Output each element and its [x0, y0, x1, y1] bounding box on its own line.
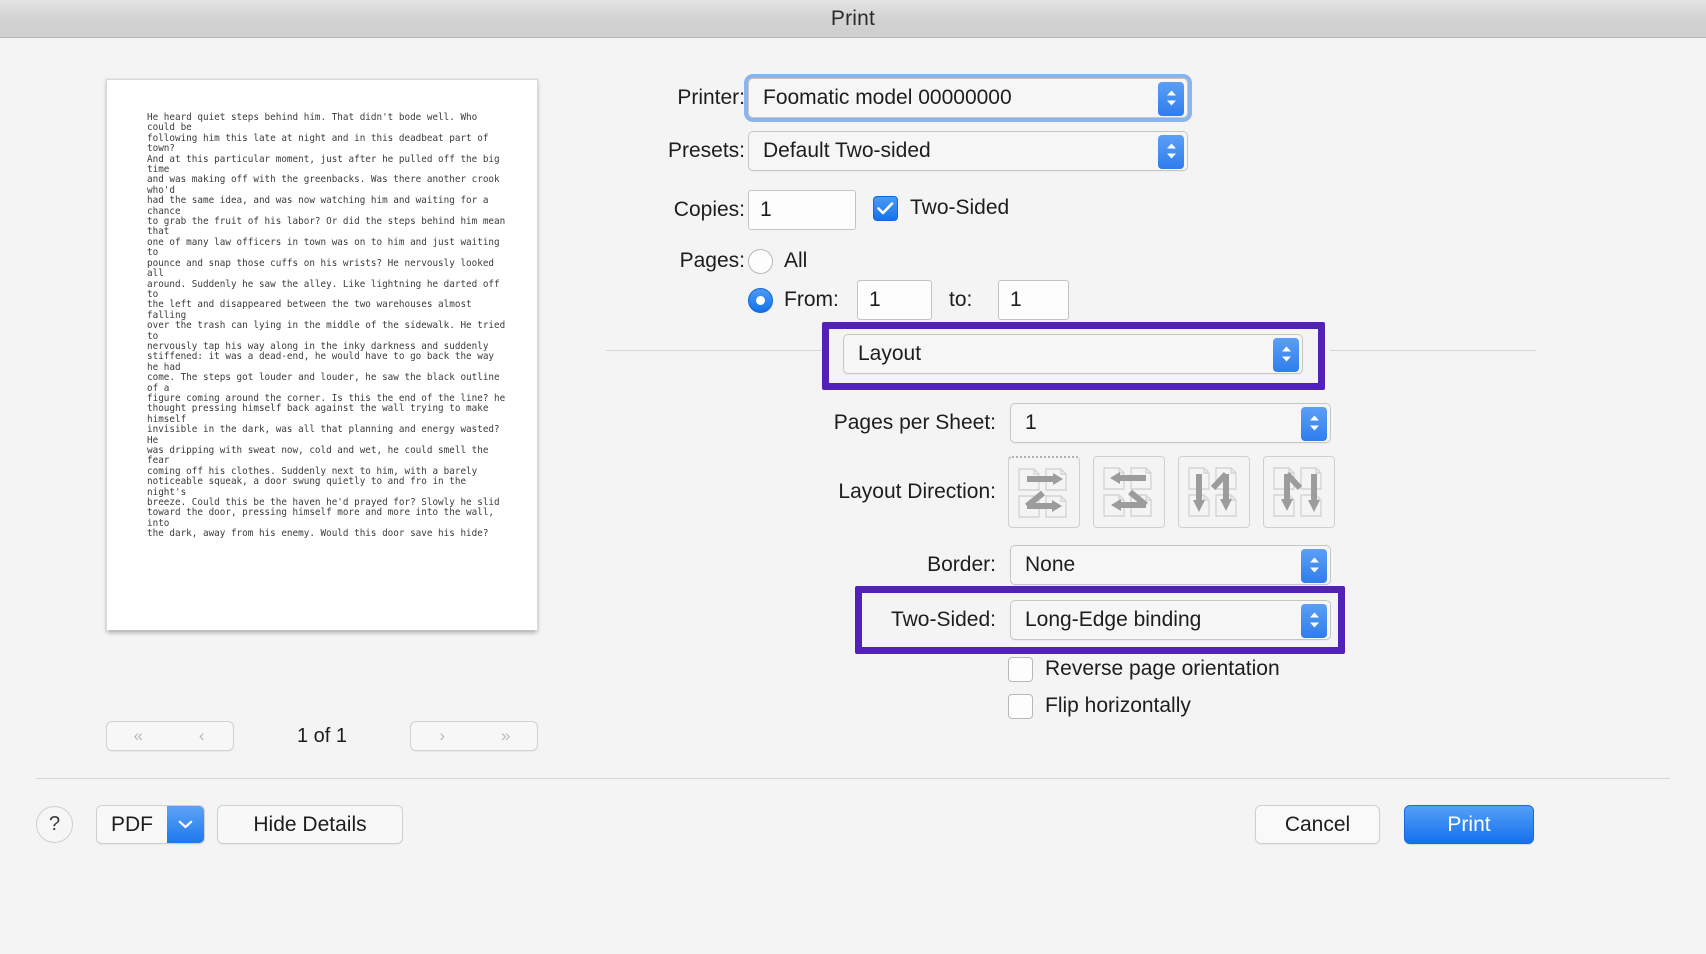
- layout-direction-option-across-left-then-down[interactable]: [1093, 456, 1165, 528]
- pdf-button-label: PDF: [111, 812, 153, 836]
- n-down-left-icon: [1273, 467, 1322, 517]
- presets-select[interactable]: Default Two-sided: [748, 131, 1188, 171]
- two-sided-select[interactable]: Long-Edge binding: [1010, 600, 1331, 640]
- previous-page-button[interactable]: ‹: [170, 722, 234, 750]
- presets-label-wrap: Presets:: [635, 131, 745, 171]
- copies-input[interactable]: 1: [748, 190, 856, 230]
- pages-all-label: All: [784, 249, 808, 272]
- flip-horizontally-label: Flip horizontally: [1045, 694, 1191, 717]
- pages-to-label: to:: [949, 288, 973, 311]
- layout-direction-option-across-right-then-down[interactable]: [1008, 456, 1080, 528]
- layout-direction-option-down-then-across-right[interactable]: [1178, 456, 1250, 528]
- page-count-label: 1 of 1: [296, 724, 348, 747]
- layout-direction-group: [1008, 456, 1335, 528]
- print-dialog: Print He heard quiet steps behind him. T…: [0, 0, 1706, 954]
- two-sided-stepper-icon[interactable]: [1301, 604, 1327, 638]
- chevron-down-icon[interactable]: [167, 806, 204, 843]
- copies-label-wrap: Copies:: [645, 190, 745, 230]
- last-page-button[interactable]: »: [473, 722, 537, 750]
- printer-value: Foomatic model 00000000: [763, 86, 1012, 109]
- pages-label-wrap: Pages:: [645, 241, 745, 281]
- pane-selector-dropdown[interactable]: Layout: [843, 334, 1303, 374]
- printer-select[interactable]: Foomatic model 00000000: [748, 78, 1188, 118]
- preview-page: He heard quiet steps behind him. That di…: [106, 79, 538, 636]
- reverse-page-orientation-checkbox[interactable]: [1008, 656, 1033, 682]
- border-select[interactable]: None: [1010, 545, 1331, 585]
- flip-horizontally-row[interactable]: Flip horizontally: [1008, 691, 1191, 721]
- pane-selector-value: Layout: [858, 342, 922, 365]
- printer-label: Printer:: [677, 86, 745, 109]
- help-button[interactable]: ?: [36, 806, 73, 843]
- next-page-button[interactable]: ›: [411, 722, 474, 750]
- pages-to-input[interactable]: 1: [998, 280, 1069, 320]
- two-sided-popup-label: Two-Sided:: [890, 608, 996, 631]
- preview-page-navigation: « ‹ 1 of 1 › »: [106, 718, 538, 754]
- pages-per-sheet-value: 1: [1025, 411, 1037, 434]
- pages-from-option[interactable]: From:: [748, 285, 839, 315]
- pane-divider-left: [606, 350, 826, 351]
- reverse-page-orientation-label: Reverse page orientation: [1045, 657, 1280, 680]
- two-sided-checkbox-label: Two-Sided: [910, 196, 1010, 219]
- two-sided-checkbox-row[interactable]: Two-Sided: [873, 193, 1009, 223]
- presets-value: Default Two-sided: [763, 139, 931, 162]
- pages-from-input[interactable]: 1: [857, 280, 932, 320]
- border-value: None: [1025, 553, 1076, 576]
- flip-horizontally-checkbox[interactable]: [1008, 693, 1033, 719]
- two-sided-popup-label-wrap: Two-Sided:: [700, 600, 996, 640]
- pages-all-radio[interactable]: [748, 248, 773, 274]
- printer-label-wrap: Printer:: [645, 78, 745, 118]
- n-down-right-icon: [1188, 467, 1237, 517]
- pdf-split-button[interactable]: PDF: [96, 805, 205, 844]
- title-bar: Print: [0, 0, 1706, 38]
- border-label: Border:: [927, 553, 996, 576]
- nav-group-forward: › »: [409, 721, 538, 751]
- border-label-wrap: Border:: [700, 545, 996, 585]
- pages-from-label: From:: [784, 288, 839, 311]
- pages-per-sheet-stepper-icon[interactable]: [1301, 407, 1327, 441]
- z-left-down-icon: [1103, 467, 1152, 517]
- nav-group-backward: « ‹: [106, 721, 234, 751]
- z-right-down-icon: [1018, 467, 1067, 518]
- reverse-page-orientation-row[interactable]: Reverse page orientation: [1008, 654, 1280, 684]
- pages-per-sheet-select[interactable]: 1: [1010, 403, 1331, 443]
- hide-details-button[interactable]: Hide Details: [217, 805, 403, 844]
- layout-direction-option-down-then-across-left[interactable]: [1263, 456, 1335, 528]
- copies-label: Copies:: [673, 198, 745, 221]
- presets-label: Presets:: [667, 139, 745, 162]
- first-page-button[interactable]: «: [107, 722, 170, 750]
- layout-direction-label-wrap: Layout Direction:: [700, 472, 996, 512]
- border-stepper-icon[interactable]: [1301, 549, 1327, 583]
- pages-label: Pages:: [679, 249, 745, 272]
- pages-per-sheet-label: Pages per Sheet:: [833, 411, 996, 434]
- pages-per-sheet-label-wrap: Pages per Sheet:: [700, 403, 996, 443]
- footer-divider: [36, 778, 1670, 779]
- pages-to-label-wrap: to:: [949, 281, 972, 319]
- print-button[interactable]: Print: [1404, 805, 1534, 844]
- printer-stepper-icon[interactable]: [1158, 82, 1184, 116]
- two-sided-checkbox[interactable]: [873, 195, 898, 221]
- document-preview[interactable]: He heard quiet steps behind him. That di…: [106, 79, 538, 636]
- window-title: Print: [830, 6, 876, 30]
- pane-divider-right: [1330, 350, 1536, 351]
- two-sided-value: Long-Edge binding: [1025, 608, 1202, 631]
- preview-page-text: He heard quiet steps behind him. That di…: [147, 112, 506, 540]
- pages-from-radio[interactable]: [748, 287, 773, 313]
- layout-direction-label: Layout Direction:: [838, 480, 996, 503]
- presets-stepper-icon[interactable]: [1158, 135, 1184, 169]
- cancel-button[interactable]: Cancel: [1255, 805, 1380, 844]
- pane-selector-stepper-icon[interactable]: [1273, 338, 1299, 372]
- pages-all-option[interactable]: All: [748, 246, 807, 276]
